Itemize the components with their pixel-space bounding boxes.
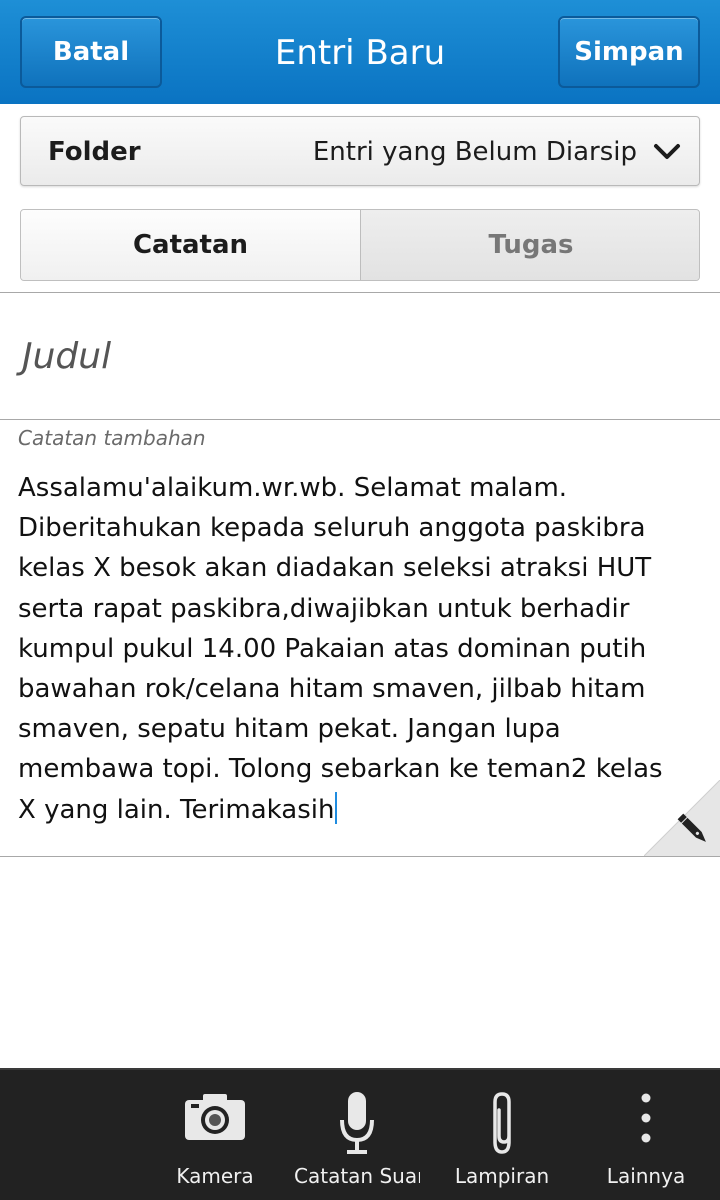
camera-action[interactable]: Kamera [162,1070,268,1200]
save-button[interactable]: Simpan [558,16,700,88]
more-vertical-icon [641,1093,651,1143]
attachment-label: Lampiran [454,1164,550,1188]
camera-label: Kamera [176,1164,254,1188]
divider [0,292,720,293]
more-label: Lainnya [606,1164,686,1188]
folder-label: Folder [48,137,141,167]
folder-selected-value: Entri yang Belum Diarsip [312,137,637,167]
divider [0,856,720,857]
title-input[interactable]: Judul [22,332,682,382]
attachment-action[interactable]: Lampiran [452,1070,552,1200]
folder-dropdown[interactable]: Folder Entri yang Belum Diarsip [20,116,700,186]
paperclip-icon [493,1092,511,1154]
handwriting-pen-icon[interactable] [644,780,720,856]
chevron-down-icon [654,144,680,159]
entry-type-tabs: Catatan Tugas [20,209,700,281]
text-cursor [335,791,338,824]
action-bar: Kamera Catatan Suara Lampiran Lainnya [0,1068,720,1200]
notes-textarea[interactable]: Assalamu'alaikum.wr.wb. Selamat malam. D… [18,468,708,830]
tab-tugas[interactable]: Tugas [361,210,699,280]
more-action[interactable]: Lainnya [598,1070,694,1200]
voice-note-label: Catatan Suara [294,1164,420,1188]
page-title: Entri Baru [274,33,446,73]
notes-label: Catatan tambahan [18,426,206,450]
tab-catatan[interactable]: Catatan [21,210,361,280]
voice-note-action[interactable]: Catatan Suara [294,1070,420,1200]
notes-text: Assalamu'alaikum.wr.wb. Selamat malam. D… [18,473,663,825]
microphone-icon [340,1092,374,1154]
title-bar: Batal Entri Baru Simpan [0,0,720,104]
camera-icon [185,1094,245,1140]
divider [0,419,720,420]
cancel-button[interactable]: Batal [20,16,162,88]
